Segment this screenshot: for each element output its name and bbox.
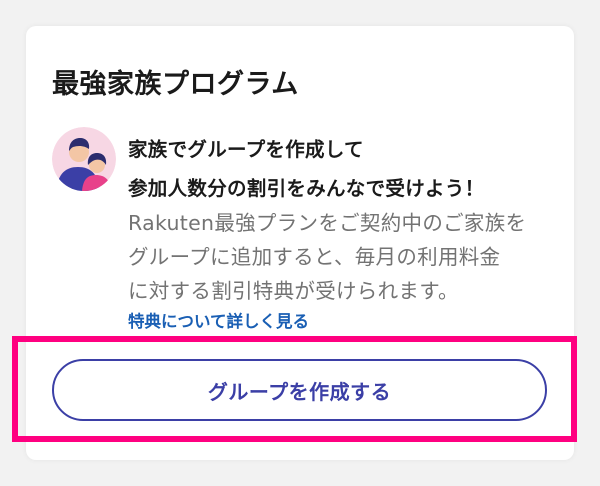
benefit-details-link[interactable]: 特典について詳しく見る xyxy=(128,308,309,332)
headline-line-2: 参加人数分の割引をみんなで受けよう！ xyxy=(128,177,485,200)
description-line-3: に対する割引特典が受けられます。 xyxy=(128,279,459,303)
headline-line-1: 家族でグループを作成して xyxy=(128,138,364,161)
family-avatar-icon xyxy=(52,127,116,191)
card-title: 最強家族プログラム xyxy=(52,69,299,100)
create-group-button[interactable]: グループを作成する xyxy=(52,359,547,421)
description-line-2: グループに追加すると、毎月の利用料金 xyxy=(128,245,501,269)
description-line-1: Rakuten最強プランをご契約中のご家族を xyxy=(128,211,527,235)
